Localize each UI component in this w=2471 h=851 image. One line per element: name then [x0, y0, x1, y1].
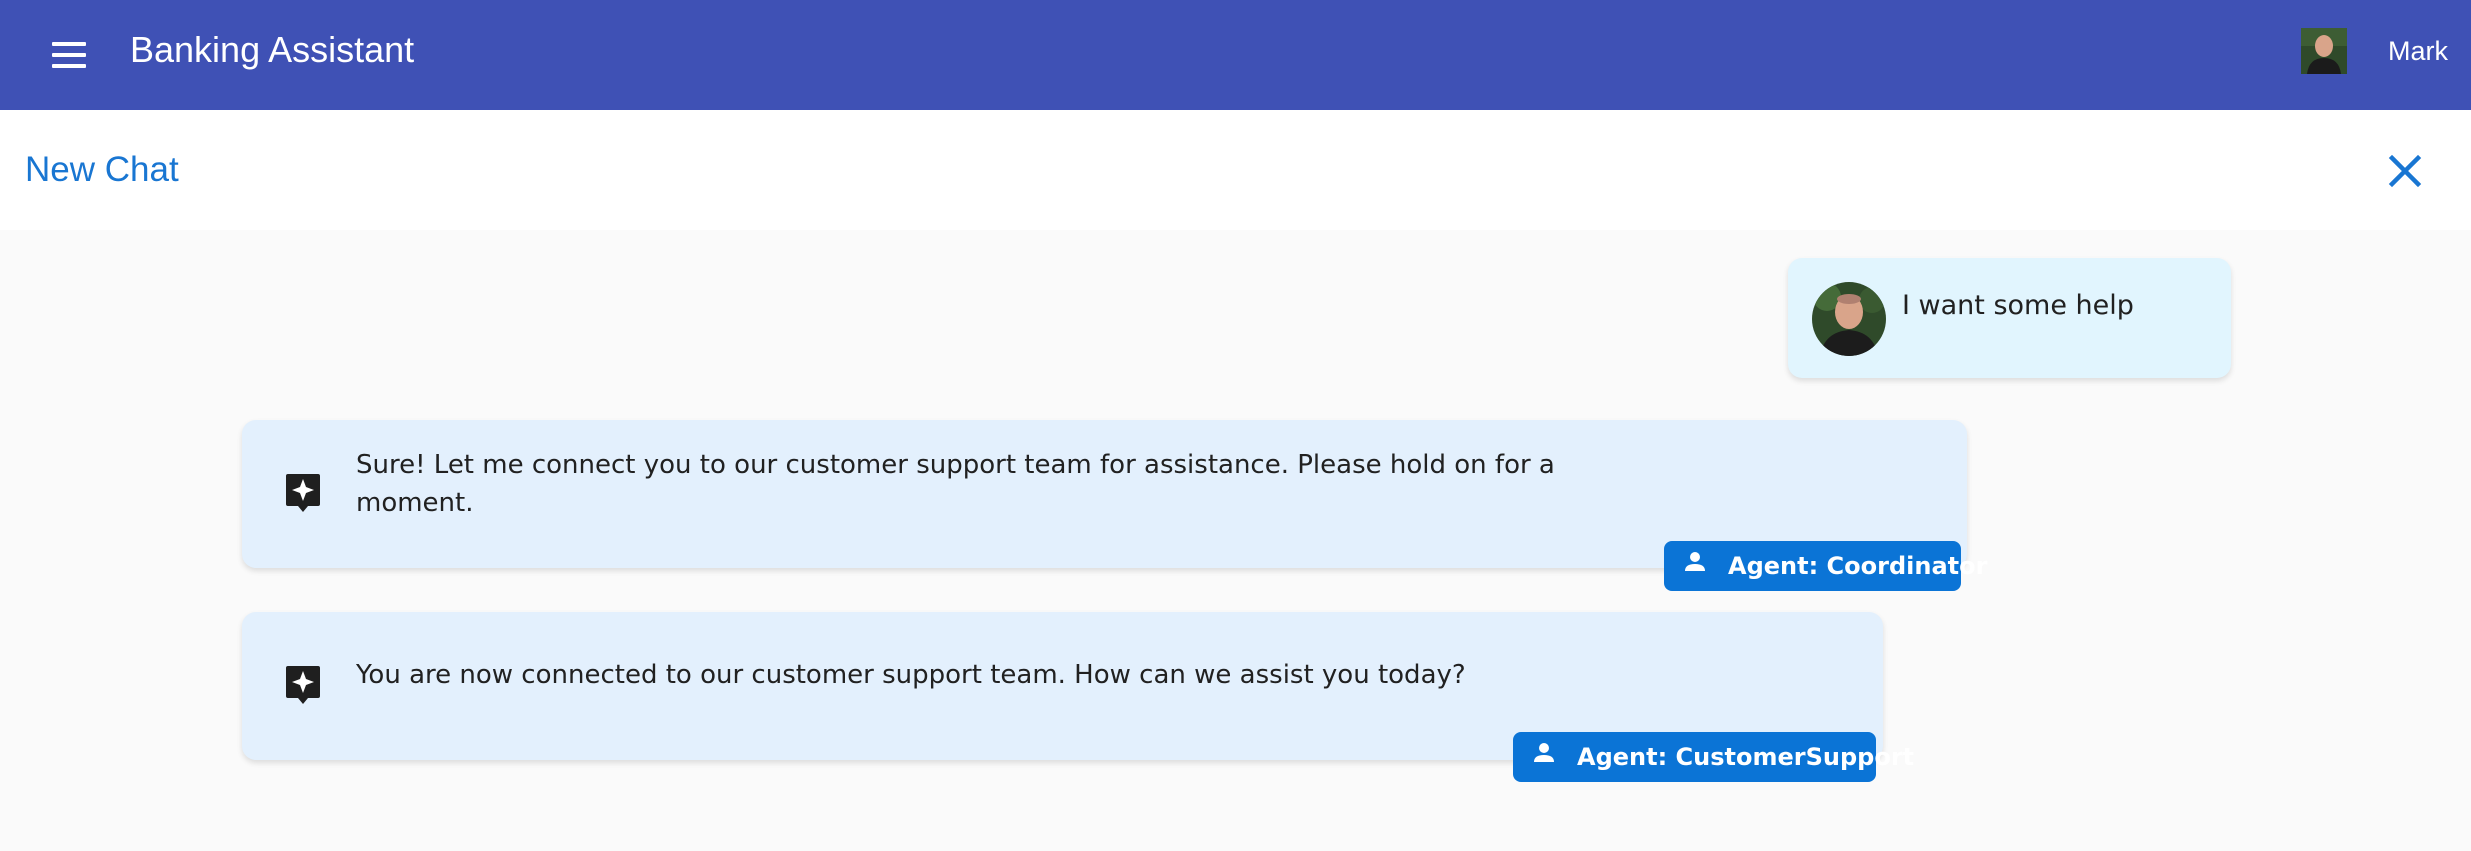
- menu-button[interactable]: [44, 30, 94, 80]
- menu-icon-bar: [52, 53, 86, 57]
- sparkle-chat-icon: [284, 664, 322, 708]
- agent-badge-label: Agent: CustomerSupport: [1577, 743, 1915, 771]
- user-avatar[interactable]: [2301, 28, 2347, 74]
- sparkle-chat-icon: [284, 472, 322, 516]
- agent-badge-label: Agent: Coordinator: [1728, 552, 1988, 580]
- chat-header: New Chat: [0, 110, 2471, 230]
- menu-icon-bar: [52, 64, 86, 68]
- user-message: I want some help: [1788, 258, 2231, 378]
- assistant-message-text: You are now connected to our customer su…: [356, 660, 1466, 690]
- agent-badge-coordinator[interactable]: Agent: Coordinator: [1664, 541, 1987, 591]
- close-chat-button[interactable]: [2384, 150, 2426, 192]
- menu-icon-bar: [52, 42, 86, 46]
- close-icon: [2388, 154, 2422, 188]
- user-name[interactable]: Mark: [2388, 32, 2448, 70]
- person-icon: [1685, 552, 1705, 571]
- user-message-avatar: [1812, 282, 1886, 356]
- chat-title: New Chat: [25, 150, 179, 189]
- top-app-bar: Banking Assistant Mark: [0, 0, 2471, 110]
- person-icon: [1534, 743, 1554, 762]
- agent-badge-customersupport[interactable]: Agent: CustomerSupport: [1513, 732, 1914, 782]
- app-title: Banking Assistant: [130, 29, 415, 70]
- user-message-text: I want some help: [1902, 290, 2134, 321]
- assistant-message-text: Sure! Let me connect you to our customer…: [356, 450, 1555, 518]
